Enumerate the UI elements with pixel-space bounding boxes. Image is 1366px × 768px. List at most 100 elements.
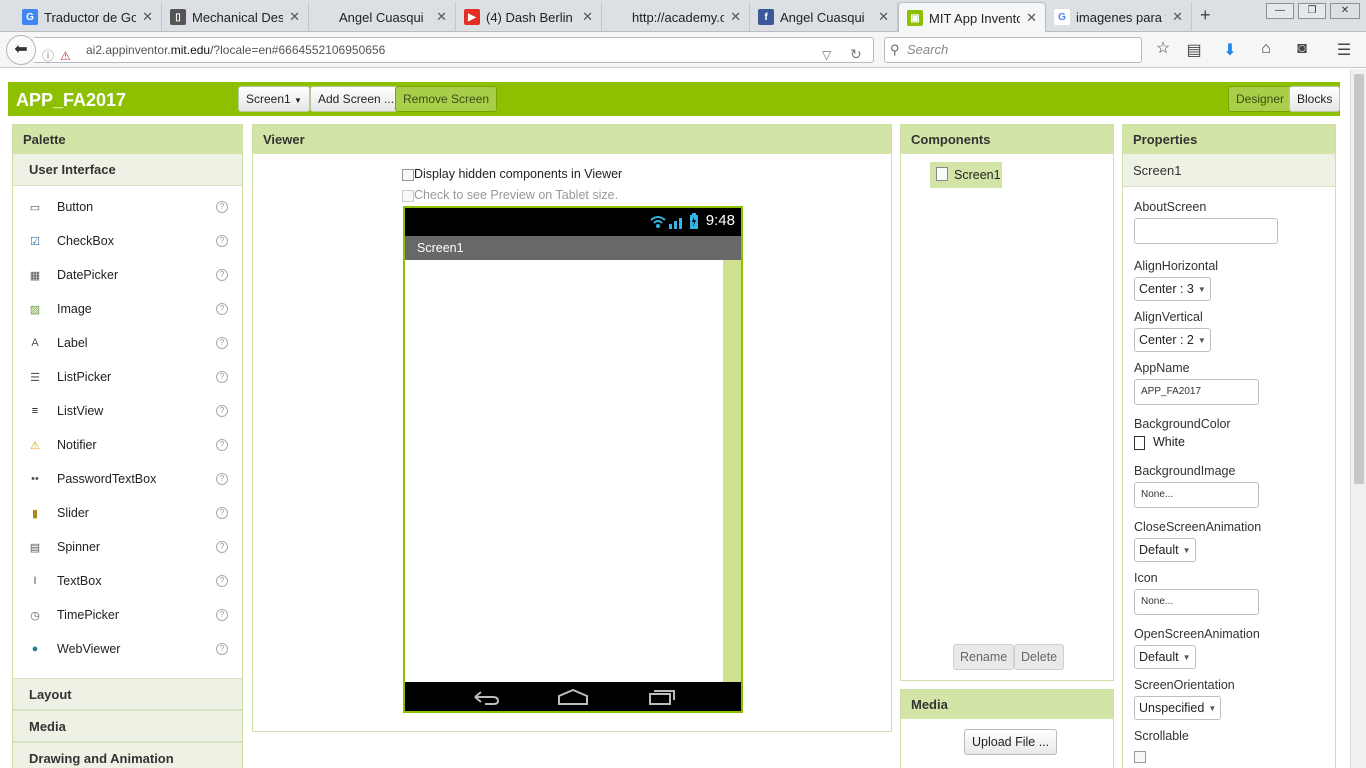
background-color-picker[interactable]: White: [1134, 435, 1231, 450]
tab-close-icon[interactable]: ✕: [730, 9, 741, 25]
palette-item[interactable]: ▦ DatePicker?: [13, 258, 242, 292]
palette-item[interactable]: ● WebViewer?: [13, 632, 242, 666]
open-animation-dropdown[interactable]: Default ▼: [1134, 645, 1196, 669]
tab-close-icon[interactable]: ✕: [878, 9, 889, 25]
palette-title: Palette: [13, 125, 242, 154]
facebook-icon: f: [758, 9, 774, 25]
palette-category[interactable]: Drawing and Animation: [13, 742, 242, 768]
browser-tab[interactable]: http://academy.cba.n ✕: [602, 2, 750, 32]
close-window-button[interactable]: ✕: [1330, 3, 1360, 19]
screen-orientation-dropdown[interactable]: Unspecified ▼: [1134, 696, 1222, 720]
listpicker-icon: ☰: [30, 371, 40, 384]
dropdown-history-icon[interactable]: ▽: [822, 43, 831, 67]
scrollable-checkbox[interactable]: [1134, 750, 1146, 763]
palette-item[interactable]: I TextBox?: [13, 564, 242, 598]
palette-item[interactable]: ◷ TimePicker?: [13, 598, 242, 632]
designer-button[interactable]: Designer: [1228, 86, 1293, 112]
palette-item[interactable]: ☰ ListPicker?: [13, 360, 242, 394]
page-scrollbar-thumb[interactable]: [1354, 74, 1364, 484]
help-icon[interactable]: ?: [216, 235, 228, 247]
reading-list-icon[interactable]: ▤: [1184, 40, 1204, 60]
help-icon[interactable]: ?: [216, 201, 228, 213]
browser-tab[interactable]: ▣ MIT App Invento ✕: [898, 2, 1046, 33]
help-icon[interactable]: ?: [216, 473, 228, 485]
rename-button[interactable]: Rename: [953, 644, 1015, 670]
upload-file-button[interactable]: Upload File ...: [964, 729, 1058, 755]
help-icon[interactable]: ?: [216, 643, 228, 655]
search-input[interactable]: ⚲ Search: [884, 37, 1142, 63]
palette-category[interactable]: Layout: [13, 678, 242, 710]
align-horizontal-dropdown[interactable]: Center : 3 ▼: [1134, 277, 1211, 301]
browser-tab[interactable]: Gimagenes para tu ✕: [1046, 2, 1192, 32]
palette-item[interactable]: A Label?: [13, 326, 242, 360]
blocks-button[interactable]: Blocks: [1289, 86, 1341, 112]
url-bar[interactable]: ⓘ ⚠ ai2.appinventor.mit.edu/?locale=en#6…: [34, 37, 874, 63]
tab-close-icon[interactable]: ✕: [142, 9, 153, 25]
hidden-components-option: Display hidden components in Viewer: [402, 167, 622, 181]
delete-button[interactable]: Delete: [1014, 644, 1065, 670]
browser-tab[interactable]: G Traductor de Goo ✕: [14, 2, 162, 32]
help-icon[interactable]: ?: [216, 575, 228, 587]
help-icon[interactable]: ?: [216, 269, 228, 281]
remove-screen-button[interactable]: Remove Screen: [395, 86, 498, 112]
bookmark-star-icon[interactable]: ☆: [1153, 38, 1173, 58]
palette-item[interactable]: ▤ Spinner?: [13, 530, 242, 564]
info-icon[interactable]: ⓘ: [42, 44, 54, 68]
help-icon[interactable]: ?: [216, 507, 228, 519]
add-screen-button[interactable]: Add Screen ...: [310, 86, 403, 112]
browser-tab[interactable]: ▯ Mechanical Desig ✕: [162, 2, 309, 32]
prop-label: AlignHorizontal: [1134, 259, 1219, 273]
mixed-content-icon[interactable]: ⚠: [60, 44, 71, 68]
help-icon[interactable]: ?: [216, 337, 228, 349]
download-icon[interactable]: ⬇: [1220, 40, 1240, 60]
palette-item[interactable]: ⚠ Notifier?: [13, 428, 242, 462]
reload-icon[interactable]: ↻: [850, 42, 862, 66]
browser-tab[interactable]: ▶ (4) Dash Berlin Li ✕: [456, 2, 602, 32]
tab-close-icon[interactable]: ✕: [1172, 9, 1183, 25]
new-tab-button[interactable]: +: [1200, 5, 1211, 26]
tablet-preview-label: Check to see Preview on Tablet size.: [414, 188, 619, 202]
pocket-icon[interactable]: ◙: [1292, 40, 1312, 58]
component-tree-screen1[interactable]: Screen1: [930, 162, 1002, 188]
palette-item-label: TextBox: [57, 574, 102, 588]
tablet-preview-checkbox[interactable]: [402, 189, 414, 202]
screen-select[interactable]: Screen1 ▼: [238, 86, 310, 112]
app-name-input[interactable]: APP_FA2017: [1134, 379, 1259, 405]
page-scrollbar[interactable]: [1350, 69, 1366, 768]
align-vertical-dropdown[interactable]: Center : 2 ▼: [1134, 328, 1211, 352]
palette-item[interactable]: ▮ Slider?: [13, 496, 242, 530]
about-screen-textarea[interactable]: [1134, 218, 1278, 244]
hidden-components-checkbox[interactable]: [402, 168, 414, 181]
help-icon[interactable]: ?: [216, 405, 228, 417]
palette-category-user-interface[interactable]: User Interface: [13, 154, 242, 186]
tab-close-icon[interactable]: ✕: [582, 9, 593, 25]
palette-item[interactable]: ☑ CheckBox?: [13, 224, 242, 258]
back-button[interactable]: ⬅: [6, 35, 36, 65]
browser-tab[interactable]: Angel Cuasqui ✕: [309, 2, 456, 32]
icon-input[interactable]: None...: [1134, 589, 1259, 615]
maximize-button[interactable]: ❐: [1298, 3, 1326, 19]
palette-item[interactable]: •• PasswordTextBox?: [13, 462, 242, 496]
tab-close-icon[interactable]: ✕: [1026, 10, 1037, 26]
dropdown-arrow-icon: ▼: [1182, 652, 1191, 662]
palette-item[interactable]: ▨ Image?: [13, 292, 242, 326]
close-animation-dropdown[interactable]: Default ▼: [1134, 538, 1196, 562]
browser-tab[interactable]: f Angel Cuasqui ✕: [750, 2, 898, 32]
palette-category[interactable]: Media: [13, 710, 242, 742]
palette-item-label: PasswordTextBox: [57, 472, 157, 486]
minimize-button[interactable]: —: [1266, 3, 1294, 19]
help-icon[interactable]: ?: [216, 371, 228, 383]
help-icon[interactable]: ?: [216, 439, 228, 451]
tab-close-icon[interactable]: ✕: [436, 9, 447, 25]
help-icon[interactable]: ?: [216, 303, 228, 315]
background-image-input[interactable]: None...: [1134, 482, 1259, 508]
palette-item[interactable]: ▭ Button?: [13, 190, 242, 224]
tab-close-icon[interactable]: ✕: [289, 9, 300, 25]
home-icon[interactable]: ⌂: [1256, 40, 1276, 58]
prop-align-horizontal: AlignHorizontal Center : 3 ▼: [1134, 259, 1218, 301]
help-icon[interactable]: ?: [216, 609, 228, 621]
menu-icon[interactable]: ☰: [1334, 40, 1354, 60]
phone-screen-body[interactable]: [405, 260, 741, 682]
help-icon[interactable]: ?: [216, 541, 228, 553]
palette-item[interactable]: ≡ ListView?: [13, 394, 242, 428]
